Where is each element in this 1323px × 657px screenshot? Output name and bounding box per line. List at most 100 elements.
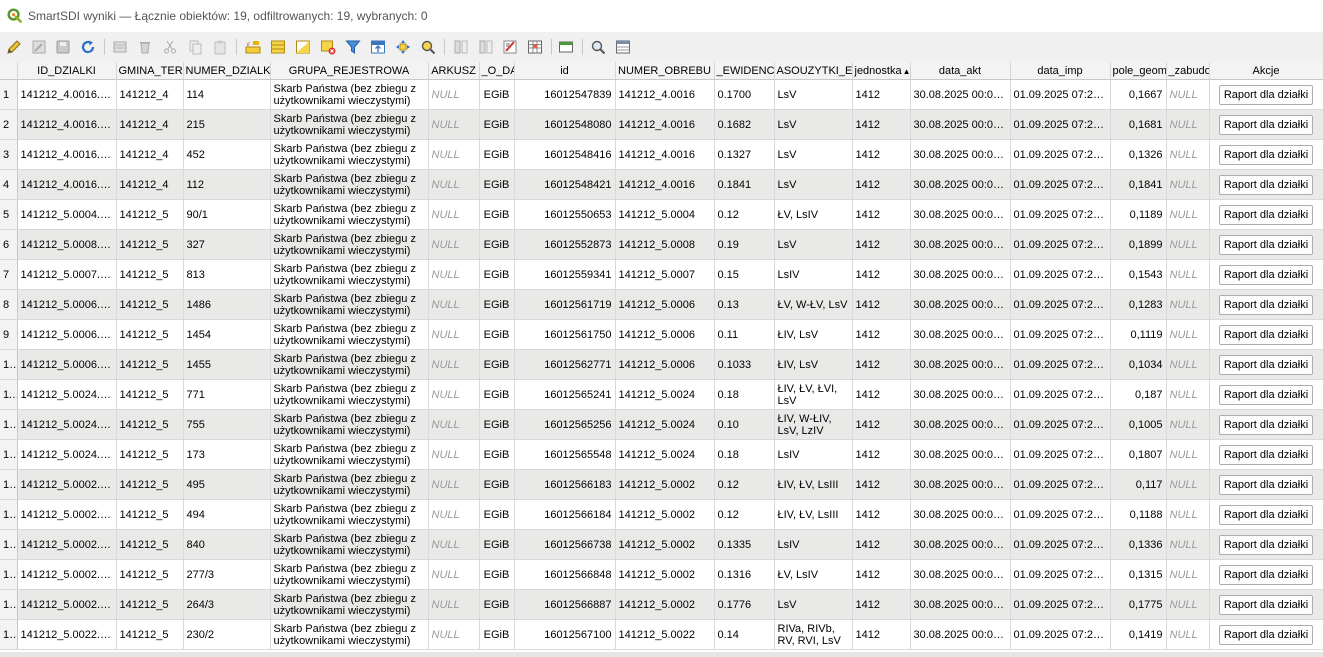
cell-numer-obrebu[interactable]: 141212_5.0006: [615, 289, 715, 320]
cell-gmina-teryt[interactable]: 141212_4: [116, 79, 184, 110]
cell-zrodlo-danych[interactable]: EGiB: [479, 259, 515, 290]
cell-data-akt[interactable]: 30.08.2025 00:00:00: [910, 139, 1011, 170]
report-button[interactable]: Raport dla działki: [1219, 414, 1313, 435]
cell-id[interactable]: 16012547839: [514, 79, 616, 110]
cell-pole-geom[interactable]: 0,1283: [1110, 289, 1167, 320]
report-button[interactable]: Raport dla działki: [1219, 294, 1313, 315]
cell-id-dzialki[interactable]: 141212_5.0008.327: [17, 229, 117, 260]
cell-zabudowa[interactable]: NULL: [1166, 319, 1210, 350]
cell-klasouzytki[interactable]: ŁIV, ŁV, LsIII: [774, 499, 853, 530]
cell-numer-obrebu[interactable]: 141212_4.0016: [615, 79, 715, 110]
table-row[interactable]: 14 141212_5.0002.495 141212_5 495 Skarb Pańs…: [0, 469, 1323, 500]
cell-pole-geom[interactable]: 0,1034: [1110, 349, 1167, 380]
cell-zrodlo-danych[interactable]: EGiB: [479, 229, 515, 260]
cell-data-imp[interactable]: 01.09.2025 07:20:00: [1010, 139, 1111, 170]
cell-zabudowa[interactable]: NULL: [1166, 529, 1210, 560]
cell-grupa-rejestrowa[interactable]: Skarb Państwa (bez zbiegu z użytkownikam…: [270, 499, 429, 530]
cell-zabudowa[interactable]: NULL: [1166, 439, 1210, 470]
cell-grupa-rejestrowa[interactable]: Skarb Państwa (bez zbiegu z użytkownikam…: [270, 109, 429, 140]
cell-arkusz[interactable]: NULL: [428, 589, 480, 620]
cell-zabudowa[interactable]: NULL: [1166, 409, 1210, 440]
invert-selection-icon[interactable]: [293, 37, 313, 57]
cell-id-dzialki[interactable]: 141212_5.0006.1454: [17, 319, 117, 350]
table-row[interactable]: 16 141212_5.0002.840 141212_5 840 Skarb Pańs…: [0, 529, 1323, 560]
report-button[interactable]: Raport dla działki: [1219, 474, 1313, 495]
cell-zabudowa[interactable]: NULL: [1166, 589, 1210, 620]
cell-grupa-rejestrowa[interactable]: Skarb Państwa (bez zbiegu z użytkownikam…: [270, 259, 429, 290]
cell-pow-ewidencyjna[interactable]: 0.18: [714, 439, 775, 470]
cell-jednostka[interactable]: 1412: [852, 589, 911, 620]
cell-data-akt[interactable]: 30.08.2025 00:00:00: [910, 439, 1011, 470]
cell-pow-ewidencyjna[interactable]: 0.1033: [714, 349, 775, 380]
cell-numer-obrebu[interactable]: 141212_5.0006: [615, 319, 715, 350]
cell-pow-ewidencyjna[interactable]: 0.1682: [714, 109, 775, 140]
cell-arkusz[interactable]: NULL: [428, 379, 480, 410]
cell-data-imp[interactable]: 01.09.2025 07:20:00: [1010, 559, 1111, 590]
cell-pole-geom[interactable]: 0,1189: [1110, 199, 1167, 230]
cell-data-akt[interactable]: 30.08.2025 00:00:00: [910, 559, 1011, 590]
cell-zrodlo-danych[interactable]: EGiB: [479, 79, 515, 110]
cell-data-imp[interactable]: 01.09.2025 07:20:00: [1010, 109, 1111, 140]
cell-zrodlo-danych[interactable]: EGiB: [479, 529, 515, 560]
cell-data-akt[interactable]: 30.08.2025 00:00:00: [910, 109, 1011, 140]
cell-data-imp[interactable]: 01.09.2025 07:20:00: [1010, 289, 1111, 320]
multi-edit-icon[interactable]: [29, 37, 49, 57]
cell-id[interactable]: 16012552873: [514, 229, 616, 260]
cell-zabudowa[interactable]: NULL: [1166, 169, 1210, 200]
column-header[interactable]: _EWIDENC: [714, 62, 775, 80]
cell-data-imp[interactable]: 01.09.2025 07:20:00: [1010, 259, 1111, 290]
cell-pole-geom[interactable]: 0,1119: [1110, 319, 1167, 350]
report-button[interactable]: Raport dla działki: [1219, 444, 1313, 465]
cell-numer-dzialki[interactable]: 452: [183, 139, 271, 170]
cell-id-dzialki[interactable]: 141212_5.0007.813: [17, 259, 117, 290]
cell-data-imp[interactable]: 01.09.2025 07:20:00: [1010, 229, 1111, 260]
cell-numer-dzialki[interactable]: 90/1: [183, 199, 271, 230]
cell-pow-ewidencyjna[interactable]: 0.1327: [714, 139, 775, 170]
cell-jednostka[interactable]: 1412: [852, 139, 911, 170]
cell-zrodlo-danych[interactable]: EGiB: [479, 499, 515, 530]
cell-numer-obrebu[interactable]: 141212_5.0008: [615, 229, 715, 260]
cell-gmina-teryt[interactable]: 141212_5: [116, 499, 184, 530]
cell-zrodlo-danych[interactable]: EGiB: [479, 289, 515, 320]
cell-pow-ewidencyjna[interactable]: 0.13: [714, 289, 775, 320]
cell-numer-dzialki[interactable]: 840: [183, 529, 271, 560]
cell-jednostka[interactable]: 1412: [852, 259, 911, 290]
cell-data-imp[interactable]: 01.09.2025 07:20:00: [1010, 499, 1111, 530]
report-button[interactable]: Raport dla działki: [1219, 204, 1313, 225]
cell-arkusz[interactable]: NULL: [428, 529, 480, 560]
cell-pole-geom[interactable]: 0,1899: [1110, 229, 1167, 260]
cell-gmina-teryt[interactable]: 141212_5: [116, 469, 184, 500]
cell-numer-dzialki[interactable]: 173: [183, 439, 271, 470]
cell-numer-dzialki[interactable]: 327: [183, 229, 271, 260]
cell-pole-geom[interactable]: 0,187: [1110, 379, 1167, 410]
cell-data-imp[interactable]: 01.09.2025 07:20:00: [1010, 409, 1111, 440]
cell-zrodlo-danych[interactable]: EGiB: [479, 439, 515, 470]
cell-jednostka[interactable]: 1412: [852, 379, 911, 410]
cell-id-dzialki[interactable]: 141212_5.0002.264/3: [17, 589, 117, 620]
cell-arkusz[interactable]: NULL: [428, 319, 480, 350]
cell-zrodlo-danych[interactable]: EGiB: [479, 619, 515, 650]
cell-id[interactable]: 16012565241: [514, 379, 616, 410]
cell-numer-obrebu[interactable]: 141212_5.0002: [615, 589, 715, 620]
delete-icon[interactable]: [135, 37, 155, 57]
report-button[interactable]: Raport dla działki: [1219, 264, 1313, 285]
cell-id[interactable]: 16012548416: [514, 139, 616, 170]
cell-zabudowa[interactable]: NULL: [1166, 619, 1210, 650]
table-row[interactable]: 17141212_5.0002.277/3141212_5277/3Skarb …: [0, 559, 1323, 590]
table-row[interactable]: 1 141212_4.0016.114 141212_4 114 Skarb Państ…: [0, 79, 1323, 110]
cell-pole-geom[interactable]: 0,1315: [1110, 559, 1167, 590]
cell-zrodlo-danych[interactable]: EGiB: [479, 109, 515, 140]
filter-icon[interactable]: [343, 37, 363, 57]
cell-id[interactable]: 16012566183: [514, 469, 616, 500]
cell-data-akt[interactable]: 30.08.2025 00:00:00: [910, 229, 1011, 260]
cell-data-akt[interactable]: 30.08.2025 00:00:00: [910, 259, 1011, 290]
table-row[interactable]: 15 141212_5.0002.494 141212_5 494 Skarb Pańs…: [0, 499, 1323, 530]
cell-arkusz[interactable]: NULL: [428, 619, 480, 650]
cell-zrodlo-danych[interactable]: EGiB: [479, 139, 515, 170]
cell-klasouzytki[interactable]: ŁIV, ŁV, ŁVI, LsV: [774, 379, 853, 410]
cell-pole-geom[interactable]: 0,1005: [1110, 409, 1167, 440]
actions-icon[interactable]: [588, 37, 608, 57]
cell-data-akt[interactable]: 30.08.2025 00:00:00: [910, 289, 1011, 320]
report-button[interactable]: Raport dla działki: [1219, 354, 1313, 375]
cell-arkusz[interactable]: NULL: [428, 499, 480, 530]
